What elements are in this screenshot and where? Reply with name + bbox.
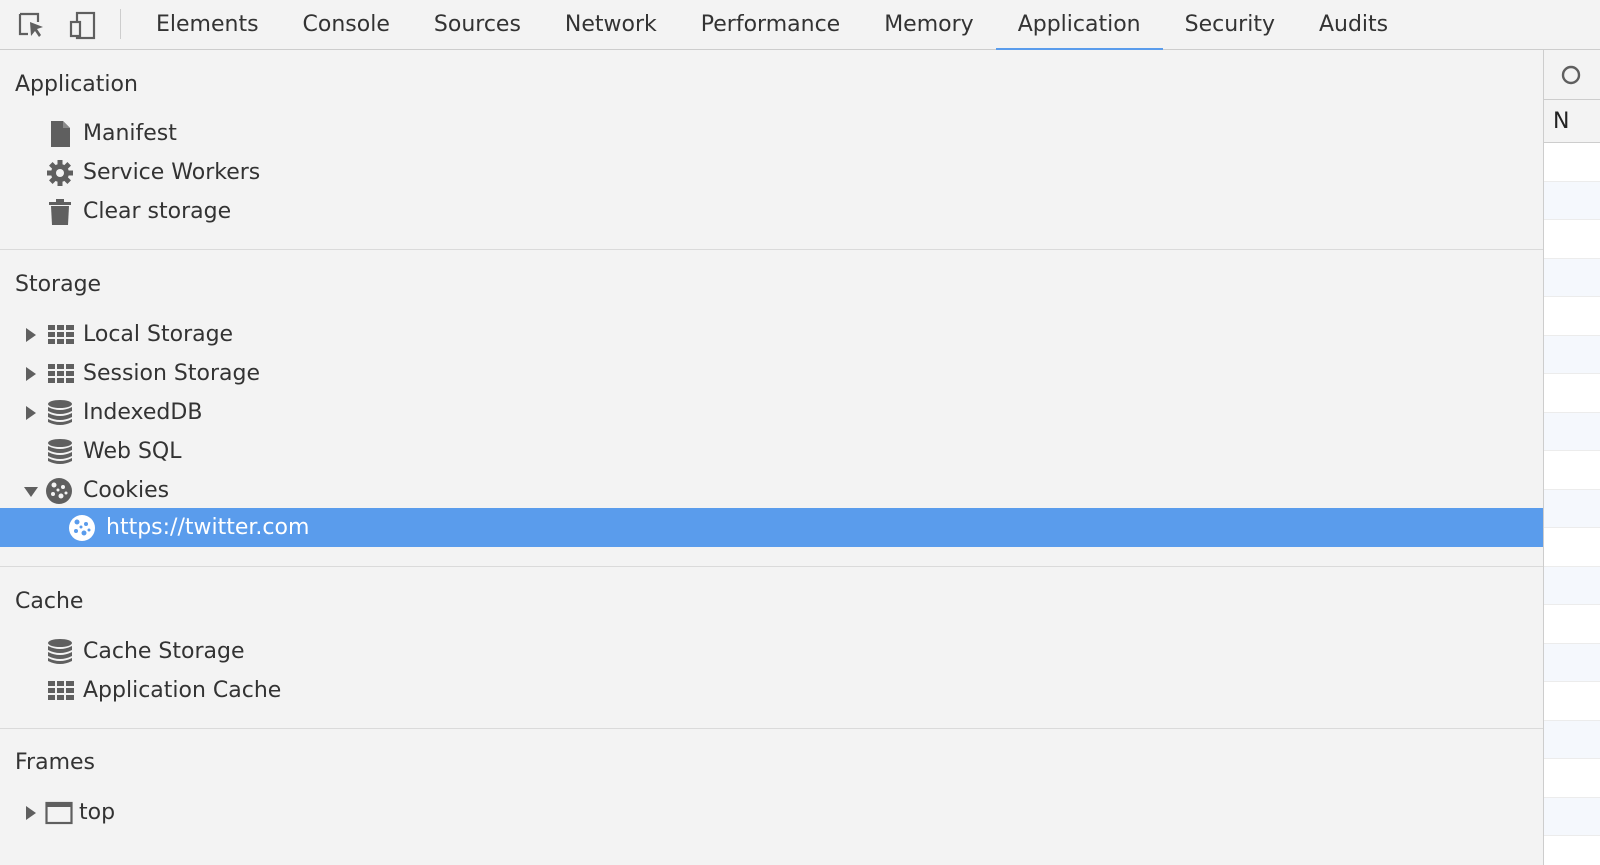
expand-arrow-icon[interactable] xyxy=(26,328,36,342)
section-divider xyxy=(0,249,1543,250)
sidebar-item-cookie-origin[interactable]: https://twitter.com xyxy=(0,508,1543,547)
table-row[interactable] xyxy=(1544,143,1600,182)
section-divider xyxy=(0,566,1543,567)
expand-arrow-icon[interactable] xyxy=(26,806,36,820)
application-sidebar: Application Manifest Service Workers Cle… xyxy=(0,50,1543,865)
table-row[interactable] xyxy=(1544,335,1600,374)
inspect-element-icon xyxy=(18,12,43,37)
section-title-frames: Frames xyxy=(15,750,96,775)
tab-audits[interactable]: Audits xyxy=(1297,0,1410,50)
sidebar-item-frame-top[interactable]: top xyxy=(0,793,1543,832)
table-row[interactable] xyxy=(1544,682,1600,721)
document-icon xyxy=(51,121,70,147)
sidebar-item-label: Cache Storage xyxy=(83,639,245,664)
tab-sources[interactable]: Sources xyxy=(412,0,543,50)
expand-arrow-icon[interactable] xyxy=(26,367,36,381)
refresh-icon[interactable] xyxy=(1560,64,1582,86)
sidebar-item-service-workers[interactable]: Service Workers xyxy=(0,153,1543,192)
sidebar-item-session-storage[interactable]: Session Storage xyxy=(0,354,1543,393)
tab-network[interactable]: Network xyxy=(543,0,679,50)
cookie-table-rows xyxy=(1544,143,1600,865)
cookie-icon xyxy=(69,515,95,541)
grid-icon xyxy=(48,325,74,344)
tab-application[interactable]: Application xyxy=(995,0,1163,51)
sidebar-item-label: IndexedDB xyxy=(83,400,203,425)
table-row[interactable] xyxy=(1544,181,1600,220)
panel-tabs: Elements Console Sources Network Perform… xyxy=(134,0,1410,51)
cookie-table-header-name[interactable]: N xyxy=(1544,100,1600,143)
tab-elements[interactable]: Elements xyxy=(134,0,281,50)
grid-icon xyxy=(48,681,74,700)
sidebar-item-manifest[interactable]: Manifest xyxy=(0,114,1543,153)
table-row[interactable] xyxy=(1544,643,1600,682)
sidebar-item-cache-storage[interactable]: Cache Storage xyxy=(0,632,1543,671)
frame-icon xyxy=(45,801,73,825)
expand-arrow-icon[interactable] xyxy=(26,406,36,420)
database-icon xyxy=(48,400,72,425)
sidebar-item-label: Local Storage xyxy=(83,322,234,347)
sidebar-item-label: Manifest xyxy=(83,121,177,146)
tab-performance[interactable]: Performance xyxy=(679,0,862,50)
sidebar-item-local-storage[interactable]: Local Storage xyxy=(0,315,1543,354)
sidebar-item-label: top xyxy=(79,800,116,825)
table-row[interactable] xyxy=(1544,220,1600,259)
section-title-cache: Cache xyxy=(15,589,84,614)
tab-console[interactable]: Console xyxy=(281,0,412,50)
table-row[interactable] xyxy=(1544,566,1600,605)
table-row[interactable] xyxy=(1544,836,1600,865)
trash-icon xyxy=(49,199,71,225)
toolbar-separator xyxy=(120,9,121,39)
section-title-application: Application xyxy=(15,72,138,97)
table-row[interactable] xyxy=(1544,489,1600,528)
collapse-arrow-icon[interactable] xyxy=(24,487,38,497)
sidebar-item-label: Session Storage xyxy=(83,361,261,386)
gear-icon xyxy=(47,160,73,186)
table-row[interactable] xyxy=(1544,797,1600,836)
device-toggle-icon xyxy=(69,11,96,40)
table-row[interactable] xyxy=(1544,759,1600,798)
sidebar-item-clear-storage[interactable]: Clear storage xyxy=(0,192,1543,231)
section-title-storage: Storage xyxy=(15,272,102,297)
database-icon xyxy=(48,639,72,664)
table-row[interactable] xyxy=(1544,605,1600,644)
sidebar-item-label: Service Workers xyxy=(83,160,261,185)
device-toggle-button[interactable] xyxy=(66,8,100,42)
table-row[interactable] xyxy=(1544,412,1600,451)
sidebar-item-label: https://twitter.com xyxy=(106,515,310,540)
sidebar-item-indexeddb[interactable]: IndexedDB xyxy=(0,393,1543,432)
cookie-table-toolbar xyxy=(1544,50,1600,100)
table-row[interactable] xyxy=(1544,258,1600,297)
cookie-icon xyxy=(46,478,72,504)
table-row[interactable] xyxy=(1544,297,1600,336)
table-row[interactable] xyxy=(1544,451,1600,490)
sidebar-item-application-cache[interactable]: Application Cache xyxy=(0,671,1543,710)
tab-security[interactable]: Security xyxy=(1163,0,1297,50)
sidebar-item-label: Web SQL xyxy=(83,439,182,464)
table-row[interactable] xyxy=(1544,528,1600,567)
table-row[interactable] xyxy=(1544,374,1600,413)
inspect-element-button[interactable] xyxy=(14,8,48,42)
cookie-table-pane: N xyxy=(1543,50,1600,865)
sidebar-item-label: Application Cache xyxy=(83,678,282,703)
sidebar-item-cookies[interactable]: Cookies xyxy=(0,471,1543,510)
sidebar-item-web-sql[interactable]: Web SQL xyxy=(0,432,1543,471)
devtools-toolbar: Elements Console Sources Network Perform… xyxy=(0,0,1600,51)
database-icon xyxy=(48,439,72,464)
sidebar-item-label: Clear storage xyxy=(83,199,232,224)
sidebar-item-label: Cookies xyxy=(83,478,170,503)
section-divider xyxy=(0,728,1543,729)
tab-memory[interactable]: Memory xyxy=(862,0,995,50)
grid-icon xyxy=(48,364,74,383)
table-row[interactable] xyxy=(1544,720,1600,759)
